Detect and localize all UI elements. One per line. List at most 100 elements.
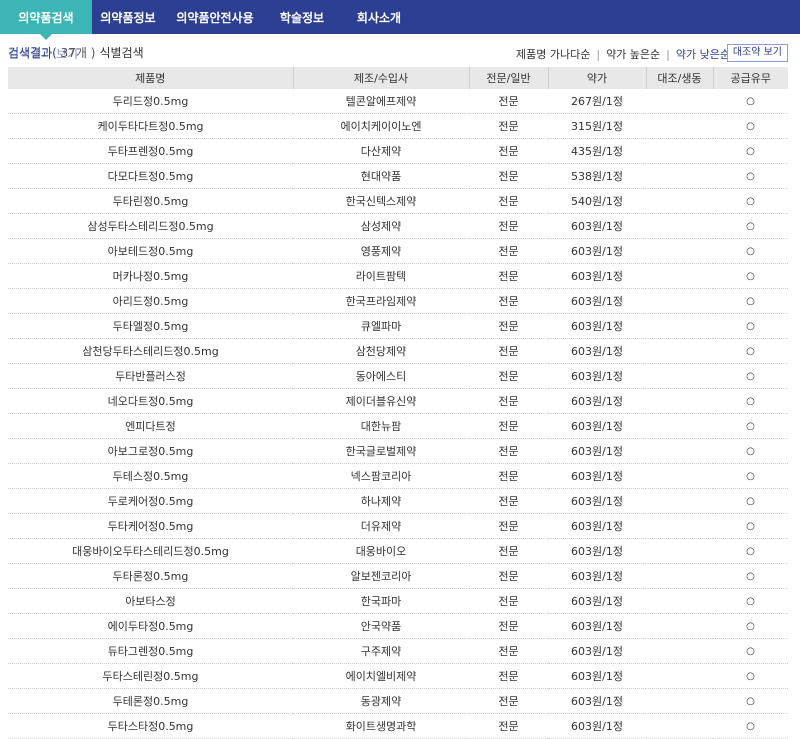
product-name-cell[interactable]: 다모다트정0.5mg xyxy=(8,163,293,189)
table-row[interactable]: 두테론정0.5mg 동광제약 전문 603원/1정 ○ xyxy=(8,688,788,714)
table-row[interactable]: 두타케어정0.5mg 더유제약 전문 603원/1정 ○ xyxy=(8,513,788,539)
sort-price-asc[interactable]: 약가 낮은순 xyxy=(676,48,730,61)
product-name-cell[interactable]: 아보타스정 xyxy=(8,588,293,614)
table-row[interactable]: 듀타그렌정0.5mg 구주제약 전문 603원/1정 ○ xyxy=(8,638,788,664)
table-row[interactable]: 아보테드정0.5mg 영풍제약 전문 603원/1정 ○ xyxy=(8,238,788,264)
identify-search-link[interactable]: 식별검색 xyxy=(99,46,143,60)
comparison-cell xyxy=(646,363,713,389)
price-cell: 603원/1정 xyxy=(548,538,646,564)
col-header-price[interactable]: 약가 xyxy=(548,67,647,89)
comparison-cell xyxy=(646,613,713,639)
table-row[interactable]: 두타엘정0.5mg 큐엘파마 전문 603원/1정 ○ xyxy=(8,313,788,339)
nav-tab-drug-safety[interactable]: 의약품안전사용 xyxy=(164,0,266,34)
table-row[interactable]: 머카나정0.5mg 라이트팜텍 전문 603원/1정 ○ xyxy=(8,263,788,289)
result-title-close: ) xyxy=(90,46,96,60)
table-row[interactable]: 두테스정0.5mg 넥스팜코리아 전문 603원/1정 ○ xyxy=(8,463,788,489)
table-row[interactable]: 두로케어정0.5mg 하나제약 전문 603원/1정 ○ xyxy=(8,488,788,514)
col-header-comparison[interactable]: 대조/생동 xyxy=(646,67,714,89)
price-cell: 603원/1정 xyxy=(548,663,646,689)
table-row[interactable]: 다모다트정0.5mg 현대약품 전문 538원/1정 ○ xyxy=(8,163,788,189)
table-row[interactable]: 두리드정0.5mg 텔콘알에프제약 전문 267원/1정 ○ xyxy=(8,89,788,114)
price-cell: 603원/1정 xyxy=(548,488,646,514)
price-cell: 267원/1정 xyxy=(548,89,646,114)
manufacturer-cell: 대한뉴팜 xyxy=(293,413,469,439)
nav-tab-drug-info[interactable]: 의약품정보 xyxy=(92,0,164,34)
comparison-cell xyxy=(646,238,713,264)
nav-tab-academic-info[interactable]: 학술정보 xyxy=(266,0,338,34)
product-name-cell[interactable]: 두타린정0.5mg xyxy=(8,188,293,214)
product-name-cell[interactable]: 두타엘정0.5mg xyxy=(8,313,293,339)
table-row[interactable]: 삼천당두타스테리드정0.5mg 삼천당제약 전문 603원/1정 ○ xyxy=(8,338,788,364)
nav-tab-company-intro[interactable]: 회사소개 xyxy=(338,0,420,34)
table-row[interactable]: 케이두타다트정0.5mg 에이치케이이노엔 전문 315원/1정 ○ xyxy=(8,113,788,139)
nav-tab-label: 회사소개 xyxy=(356,10,402,25)
table-row[interactable]: 아리드정0.5mg 한국프라임제약 전문 603원/1정 ○ xyxy=(8,288,788,314)
product-name-cell[interactable]: 두리드정0.5mg xyxy=(8,89,293,114)
product-name-cell[interactable]: 아보테드정0.5mg xyxy=(8,238,293,264)
col-header-manufacturer[interactable]: 제조/수입사 xyxy=(293,67,470,89)
table-row[interactable]: 엔피다트정 대한뉴팜 전문 603원/1정 ○ xyxy=(8,413,788,439)
product-name-cell[interactable]: 삼천당두타스테리드정0.5mg xyxy=(8,338,293,364)
supply-cell: ○ xyxy=(713,138,788,164)
product-name-cell[interactable]: 머카나정0.5mg xyxy=(8,263,293,289)
manufacturer-cell: 제이더블유신약 xyxy=(293,388,469,414)
manufacturer-cell: 한국파마 xyxy=(293,588,469,614)
table-row[interactable]: 아보그로정0.5mg 한국글로벌제약 전문 603원/1정 ○ xyxy=(8,438,788,464)
product-name-cell[interactable]: 에이두타정0.5mg xyxy=(8,613,293,639)
manufacturer-cell: 라이트팜텍 xyxy=(293,263,469,289)
product-name-cell[interactable]: 두타론정0.5mg xyxy=(8,563,293,589)
product-name-cell[interactable]: 듀타그렌정0.5mg xyxy=(8,638,293,664)
table-row[interactable]: 두타론정0.5mg 알보젠코리아 전문 603원/1정 ○ xyxy=(8,563,788,589)
table-row[interactable]: 아보타스정 한국파마 전문 603원/1정 ○ xyxy=(8,588,788,614)
table-row[interactable]: 두타프렌정0.5mg 다산제약 전문 435원/1정 ○ xyxy=(8,138,788,164)
product-name-cell[interactable]: 대웅바이오두타스테리드정0.5mg xyxy=(8,538,293,564)
table-row[interactable]: 삼성두타스테리드정0.5mg 삼성제약 전문 603원/1정 ○ xyxy=(8,213,788,239)
table-row[interactable]: 에이두타정0.5mg 안국약품 전문 603원/1정 ○ xyxy=(8,613,788,639)
product-name-cell[interactable]: 두타반플러스정 xyxy=(8,363,293,389)
main-nav: 의약품검색 의약품정보 의약품안전사용 학술정보 회사소개 xyxy=(0,0,800,40)
price-cell: 603원/1정 xyxy=(548,338,646,364)
col-header-supply[interactable]: 공급유무 xyxy=(713,67,788,89)
price-cell: 603원/1정 xyxy=(548,263,646,289)
table-row[interactable]: 두타스테린정0.5mg 에이치엘비제약 전문 603원/1정 ○ xyxy=(8,663,788,689)
product-name-cell[interactable]: 케이두타다트정0.5mg xyxy=(8,113,293,139)
product-name-cell[interactable]: 네오다트정0.5mg xyxy=(8,388,293,414)
comparison-cell xyxy=(646,188,713,214)
product-name-cell[interactable]: 두로케어정0.5mg xyxy=(8,488,293,514)
type-cell: 전문 xyxy=(469,363,548,389)
comparison-cell xyxy=(646,688,713,714)
product-name-cell[interactable]: 아보그로정0.5mg xyxy=(8,438,293,464)
product-name-cell[interactable]: 두타스테린정0.5mg xyxy=(8,663,293,689)
result-title[interactable]: 검색결과 보기 검색결과( 37개 ) 식별검색 xyxy=(8,44,144,61)
product-name-cell[interactable]: 엔피다트정 xyxy=(8,413,293,439)
list-toolbar: 검색결과 보기 검색결과( 37개 ) 식별검색 제품명 가나다순 | 약가 높은순 |… xyxy=(0,40,800,64)
sort-price-desc[interactable]: 약가 높은순 xyxy=(606,48,660,61)
manufacturer-cell: 영풍제약 xyxy=(293,238,469,264)
product-name-cell[interactable]: 두타프렌정0.5mg xyxy=(8,138,293,164)
product-name-cell[interactable]: 두타케어정0.5mg xyxy=(8,513,293,539)
manufacturer-cell: 삼천당제약 xyxy=(293,338,469,364)
nav-tab-drug-search[interactable]: 의약품검색 xyxy=(0,0,92,40)
product-name-cell[interactable]: 두테론정0.5mg xyxy=(8,688,293,714)
table-row[interactable]: 두타반플러스정 동아에스티 전문 603원/1정 ○ xyxy=(8,363,788,389)
product-name-cell[interactable]: 두테스정0.5mg xyxy=(8,463,293,489)
product-name-cell[interactable]: 두타스타정0.5mg xyxy=(8,713,293,739)
manufacturer-cell: 하나제약 xyxy=(293,488,469,514)
table-row[interactable]: 네오다트정0.5mg 제이더블유신약 전문 603원/1정 ○ xyxy=(8,388,788,414)
compare-drug-button[interactable]: 대조약 보기 xyxy=(726,44,788,62)
comparison-cell xyxy=(646,713,713,739)
col-header-product-name[interactable]: 제품명 xyxy=(8,67,294,89)
table-row[interactable]: 두타린정0.5mg 한국신텍스제약 전문 540원/1정 ○ xyxy=(8,188,788,214)
product-name-cell[interactable]: 아리드정0.5mg xyxy=(8,288,293,314)
table-row[interactable]: 대웅바이오두타스테리드정0.5mg 대웅바이오 전문 603원/1정 ○ xyxy=(8,538,788,564)
product-name-cell[interactable]: 삼성두타스테리드정0.5mg xyxy=(8,213,293,239)
type-cell: 전문 xyxy=(469,588,548,614)
price-cell: 603원/1정 xyxy=(548,238,646,264)
supply-cell: ○ xyxy=(713,89,788,114)
supply-cell: ○ xyxy=(713,163,788,189)
sort-name-asc[interactable]: 제품명 가나다순 xyxy=(516,48,590,61)
supply-cell: ○ xyxy=(713,463,788,489)
sort-divider: | xyxy=(666,48,670,61)
table-row[interactable]: 두타스타정0.5mg 화이트생명과학 전문 603원/1정 ○ xyxy=(8,713,788,739)
col-header-type[interactable]: 전문/일반 xyxy=(469,67,549,89)
